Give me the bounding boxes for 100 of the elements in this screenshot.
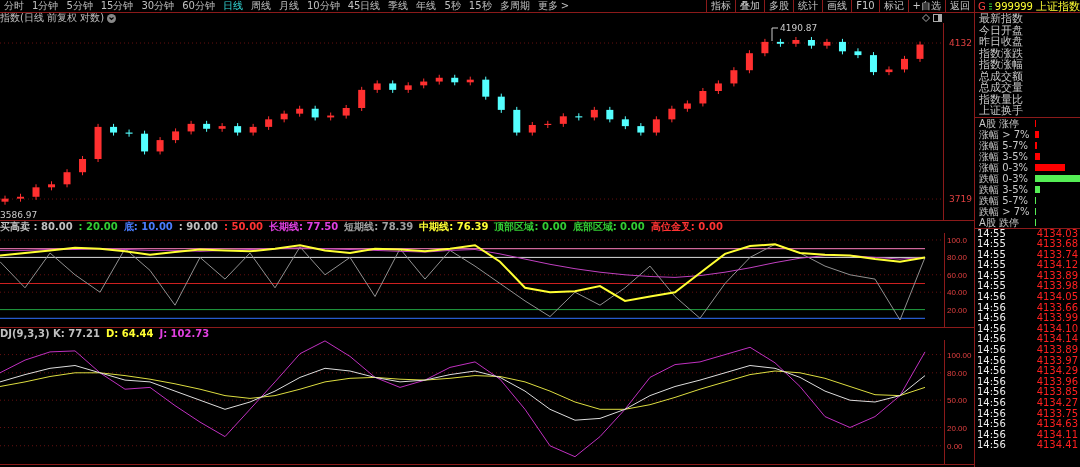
legend-item: DJ(9,3,3) K: 77.21 — [0, 328, 100, 340]
period-tab[interactable]: 周线 — [246, 0, 275, 12]
breadth-label: 跌幅 > 7% — [978, 205, 1031, 217]
period-tab[interactable]: 15秒 — [464, 0, 496, 12]
stock-name: 上证指数 — [1036, 0, 1080, 14]
toolbar-button[interactable]: 指标 — [706, 0, 736, 12]
toolbar-button[interactable]: 画线 — [822, 0, 852, 12]
candle — [296, 105, 304, 118]
candle — [373, 79, 381, 94]
candle — [714, 79, 722, 95]
tick-price: 4134.63 — [1036, 419, 1078, 430]
axis-label: 20.00 — [947, 423, 968, 433]
candle — [342, 104, 350, 120]
tick-time: 14:56 — [977, 292, 1006, 303]
period-tab[interactable]: 多周期 — [495, 0, 534, 12]
axis-label: 100.0 — [947, 235, 968, 245]
quote-field-label: 指数涨幅 — [978, 59, 1024, 71]
menu-icon[interactable] — [988, 2, 992, 10]
axis-label: 40.00 — [947, 288, 968, 298]
candle — [652, 115, 660, 137]
candle — [544, 120, 552, 129]
period-tab[interactable]: 10分钟 — [302, 0, 344, 12]
toolbar-button[interactable]: +自选 — [907, 0, 945, 12]
candle — [451, 74, 459, 86]
candle — [187, 120, 195, 135]
tick-time: 14:56 — [977, 429, 1006, 440]
period-tab[interactable]: 更多 > — [533, 0, 574, 12]
period-tab[interactable]: 45日线 — [343, 0, 385, 12]
breadth-label: 涨幅 > 7% — [978, 128, 1031, 140]
candle — [358, 86, 366, 112]
period-tab[interactable]: 日线 — [218, 0, 247, 12]
axis-label: 20.00 — [947, 305, 968, 315]
low-label: 3586.97 — [0, 210, 38, 220]
toolbar-button[interactable]: 叠加 — [735, 0, 765, 12]
market-label: G — [978, 0, 986, 12]
candle — [559, 112, 567, 128]
candle — [48, 180, 56, 191]
tick-price: 4133.89 — [1036, 270, 1078, 281]
period-tab[interactable]: 60分钟 — [178, 0, 219, 12]
axis-label: 4132 — [949, 38, 973, 48]
period-tab[interactable]: 5秒 — [440, 0, 465, 12]
tick-price: 4133.98 — [1036, 281, 1078, 292]
tick-price: 4134.03 — [1036, 228, 1078, 239]
quote-field-label: 今日开盘 — [978, 24, 1024, 36]
breadth-label: 涨幅 5-7% — [978, 139, 1029, 151]
candle — [141, 130, 149, 155]
tick-time: 14:56 — [977, 355, 1006, 366]
toolbar-button[interactable]: 统计 — [793, 0, 823, 12]
tick-price: 4134.05 — [1036, 292, 1078, 303]
candle — [606, 106, 614, 123]
legend-item: 高位金叉: 0.00 — [650, 221, 723, 233]
toolbar-button[interactable]: F10 — [851, 0, 879, 12]
chart-title: 指数(日线 前复权 对数) — [0, 13, 105, 23]
period-tab[interactable]: 分时 — [0, 0, 28, 12]
candle — [17, 193, 24, 203]
legend-item: 顶部区域: 0.00 — [494, 221, 567, 233]
candle — [218, 122, 226, 133]
candle — [885, 65, 893, 76]
period-tab[interactable]: 1分钟 — [28, 0, 63, 12]
candle — [823, 38, 831, 50]
candle — [901, 55, 908, 73]
axis-label: 3719 — [949, 194, 973, 205]
candle — [327, 112, 335, 121]
breadth-label: 跌幅 5-7% — [978, 194, 1029, 206]
legend-item: 长期线: 77.50 — [269, 221, 339, 233]
tick-time: 14:56 — [977, 313, 1006, 324]
candle — [280, 110, 288, 123]
tick-time: 14:55 — [977, 239, 1006, 250]
period-tab[interactable]: 季线 — [384, 0, 413, 12]
toolbar-button[interactable]: 标记 — [878, 0, 908, 12]
axis-label: 50.00 — [947, 396, 968, 406]
axis-label: 80.00 — [947, 368, 968, 378]
candle — [776, 38, 784, 48]
period-tab[interactable]: 5分钟 — [62, 0, 97, 12]
tick-time: 14:55 — [977, 281, 1006, 292]
toolbar-button[interactable]: 返回 — [945, 0, 974, 12]
toolbar-button[interactable]: 多股 — [764, 0, 794, 12]
panel-icon[interactable] — [933, 14, 942, 22]
period-tab[interactable]: 月线 — [274, 0, 303, 12]
tick-time: 14:56 — [977, 345, 1006, 356]
period-tab[interactable]: 30分钟 — [137, 0, 179, 12]
period-tab[interactable]: 15分钟 — [96, 0, 138, 12]
tick-time: 14:56 — [977, 419, 1006, 430]
diamond-icon[interactable] — [922, 14, 930, 22]
tick-time: 14:56 — [977, 398, 1006, 409]
candle — [404, 81, 412, 94]
chevron-circle-icon[interactable] — [107, 13, 117, 23]
candle — [389, 79, 397, 94]
candle — [637, 122, 645, 137]
candle — [435, 74, 443, 86]
tick-price: 4133.89 — [1036, 345, 1078, 356]
legend-item: 中期线: 76.39 — [419, 221, 489, 233]
period-tab[interactable]: 年线 — [412, 0, 441, 12]
candle — [79, 155, 87, 176]
candle — [870, 51, 877, 76]
candle — [466, 76, 474, 86]
candle — [683, 99, 691, 113]
breadth-label: 涨幅 3-5% — [978, 150, 1029, 162]
breadth-label: 跌幅 0-3% — [978, 172, 1029, 184]
candle — [838, 38, 846, 55]
